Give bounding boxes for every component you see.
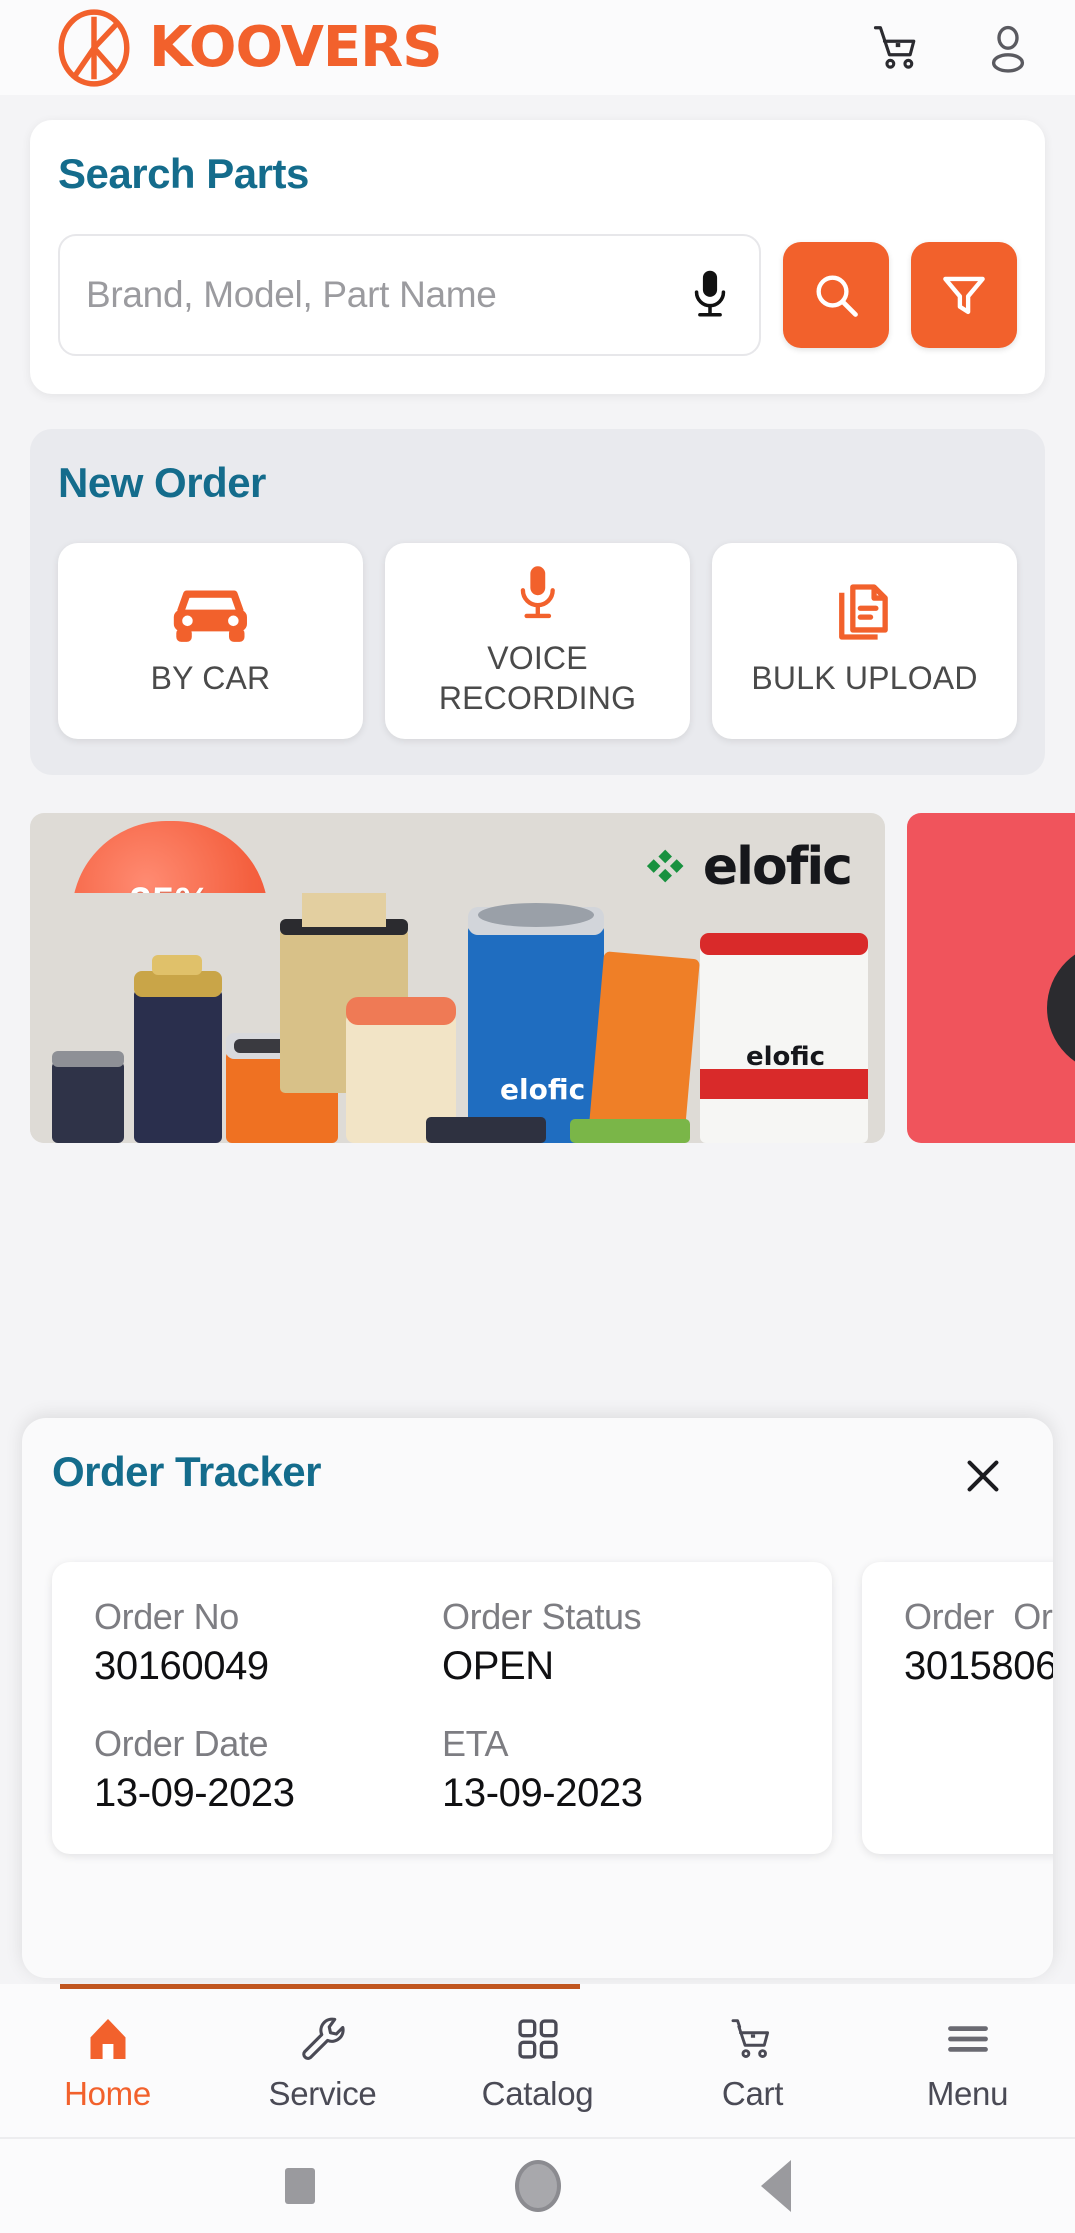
order-date-value: 06-09 <box>1013 1644 1053 1688</box>
order-eta-value: 13-09-2023 <box>442 1771 643 1815</box>
search-parts-title: Search Parts <box>58 150 309 197</box>
hamburger-menu-icon <box>943 2013 993 2065</box>
circle-home-icon[interactable] <box>514 2160 561 2212</box>
order-eta-field: ETA 13-09-2023 <box>442 1723 790 1816</box>
order-no-value: 30160049 <box>94 1644 269 1688</box>
close-x-icon <box>967 1460 999 1492</box>
new-order-tiles: BY CAR VOICE RECORDING BULK UPLOAD <box>58 543 1017 739</box>
order-no-label: Order No <box>94 1596 239 1637</box>
search-parts-card: Search Parts Brand, Model, Part Name <box>30 120 1045 394</box>
elofic-brand-logo: elofic <box>646 837 853 897</box>
svg-text:elofic: elofic <box>500 1073 585 1106</box>
nav-item-home[interactable]: Home <box>0 1989 215 2137</box>
document-upload-icon <box>836 583 894 645</box>
order-no-label: Order <box>904 1596 995 1637</box>
square-recents-icon[interactable] <box>284 2168 315 2204</box>
promo-banner-elofic[interactable]: 25% OFF elofic <box>30 813 885 1143</box>
grid-squares-icon <box>513 2013 563 2065</box>
order-date-field: Order Date 13-09-2023 <box>94 1723 442 1816</box>
tile-voice-recording[interactable]: VOICE RECORDING <box>385 543 690 739</box>
new-order-title: New Order <box>58 459 266 506</box>
new-order-card: New Order BY CAR VOICE RECORDING BULK UP… <box>30 429 1045 775</box>
order-status-field: Order Status OPEN <box>442 1596 790 1689</box>
order-card[interactable]: Order 30158 Order 06-09 <box>862 1562 1053 1854</box>
search-row: Brand, Model, Part Name <box>58 234 1017 356</box>
bottom-area: Home Service Catalog Cart Menu <box>0 1984 1075 2233</box>
nav-label: Home <box>64 2075 151 2112</box>
tile-by-car[interactable]: BY CAR <box>58 543 363 739</box>
order-fields: Order 30158 Order 06-09 <box>904 1596 1053 1689</box>
user-profile-icon[interactable] <box>981 21 1035 75</box>
triangle-back-icon[interactable] <box>760 2160 791 2212</box>
order-eta-label: ETA <box>442 1723 509 1764</box>
order-date-label: Order Date <box>94 1723 269 1764</box>
nav-item-cart[interactable]: Cart <box>645 1989 860 2137</box>
app-header: KOOVERS <box>0 0 1075 95</box>
elofic-diamond-icon <box>646 849 684 883</box>
elofic-wordmark: elofic <box>702 837 853 897</box>
order-status-label: Order Status <box>442 1596 642 1637</box>
car-icon <box>167 583 254 645</box>
koovers-logo-icon <box>58 8 130 87</box>
brand-name: KOOVERS <box>149 15 443 80</box>
tile-label: BULK UPLOAD <box>751 660 978 697</box>
nav-label: Cart <box>721 2075 784 2112</box>
filter-button[interactable] <box>911 242 1017 348</box>
microphone-icon <box>513 563 563 625</box>
order-tracker-title: Order Tracker <box>52 1448 322 1495</box>
bottom-navigation: Home Service Catalog Cart Menu <box>0 1989 1075 2139</box>
nav-item-catalog[interactable]: Catalog <box>430 1989 645 2137</box>
shopping-cart-icon <box>728 2013 778 2065</box>
home-icon <box>83 2013 133 2065</box>
nav-item-menu[interactable]: Menu <box>860 1989 1075 2137</box>
search-input[interactable]: Brand, Model, Part Name <box>58 234 761 356</box>
order-cards-carousel[interactable]: Order No 30160049 Order Status OPEN Orde… <box>52 1562 1053 1854</box>
order-no-value: 30158 <box>904 1644 1014 1688</box>
filter-products-image: elofic elofic <box>30 893 885 1143</box>
order-no-field: Order 30158 <box>904 1596 1014 1689</box>
order-tracker-header: Order Tracker <box>52 1448 1023 1504</box>
tile-label: VOICE RECORDING <box>438 640 637 716</box>
funnel-filter-icon <box>943 276 985 315</box>
magnifier-icon <box>816 275 858 317</box>
brand-logo[interactable]: KOOVERS <box>55 8 443 87</box>
order-date-value: 13-09-2023 <box>94 1771 295 1815</box>
order-tracker-sheet: Order Tracker Order No 30160049 Order St… <box>22 1418 1053 1978</box>
nav-label: Catalog <box>481 2075 594 2112</box>
search-button[interactable] <box>783 242 889 348</box>
order-status-value: OPEN <box>442 1644 554 1688</box>
app-screen: KOOVERS Search Parts Brand, Model, Part … <box>0 0 1075 2233</box>
tile-bulk-upload[interactable]: BULK UPLOAD <box>712 543 1017 739</box>
nav-label: Menu <box>926 2075 1009 2112</box>
svg-text:elofic: elofic <box>746 1042 825 1072</box>
order-date-field: Order 06-09 <box>1013 1596 1053 1689</box>
order-date-label: Order <box>1013 1596 1053 1637</box>
nav-item-service[interactable]: Service <box>215 1989 430 2137</box>
close-button[interactable] <box>955 1448 1011 1504</box>
order-no-field: Order No 30160049 <box>94 1596 442 1689</box>
wrench-icon <box>298 2013 348 2065</box>
order-card[interactable]: Order No 30160049 Order Status OPEN Orde… <box>52 1562 832 1854</box>
nav-label: Service <box>268 2075 377 2112</box>
promo-banner-next[interactable] <box>907 813 1075 1143</box>
tile-label: BY CAR <box>150 660 271 697</box>
search-input-placeholder: Brand, Model, Part Name <box>86 274 497 315</box>
order-fields: Order No 30160049 Order Status OPEN Orde… <box>94 1596 790 1816</box>
android-system-bar <box>0 2139 1075 2233</box>
shopping-cart-icon[interactable] <box>871 21 925 75</box>
microphone-icon[interactable] <box>687 267 733 323</box>
promo-banner-carousel[interactable]: 25% OFF elofic <box>30 813 1075 1143</box>
